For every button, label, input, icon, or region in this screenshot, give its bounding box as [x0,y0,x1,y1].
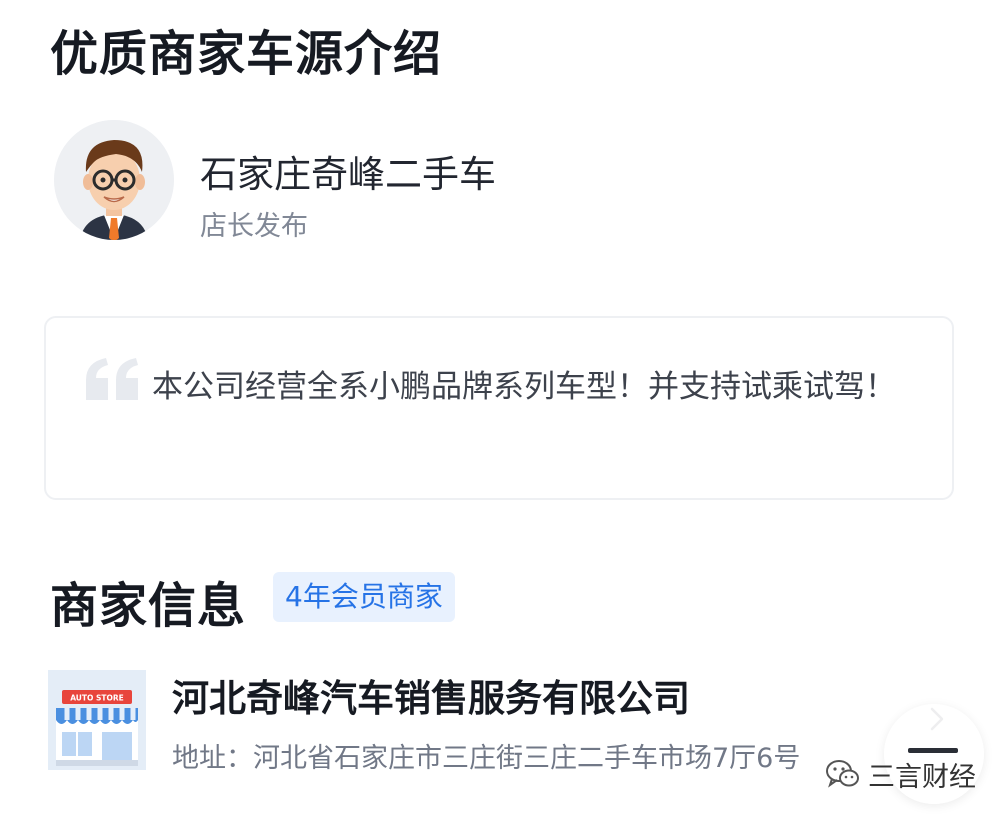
company-name: 河北奇峰汽车销售服务有限公司 [172,677,690,720]
dealer-avatar[interactable] [54,120,174,240]
section-title-intro: 优质商家车源介绍 [50,26,443,82]
section-title-merchant: 商家信息 [50,578,247,634]
cartoon-man-avatar-icon [54,120,174,240]
wechat-icon [826,760,859,788]
company-address: 地址：河北省石家庄市三庄街三庄二手车市场7厅6号 [172,743,801,774]
store-sign-text: AUTO STORE [70,694,124,703]
member-badge: 4年会员商家 [273,572,455,622]
dealer-role-label: 店长发布 [200,211,308,242]
quote-card: 本公司经营全系小鹏品牌系列车型！并支持试乘试驾！ [44,316,954,500]
watermark-text: 三言财经 [868,761,976,793]
quote-text: 本公司经营全系小鹏品牌系列车型！并支持试乘试驾！ [152,369,896,405]
dealer-name[interactable]: 石家庄奇峰二手车 [200,144,496,198]
watermark: 三言财经 [826,752,976,796]
storefront-icon: AUTO STORE [48,670,146,770]
